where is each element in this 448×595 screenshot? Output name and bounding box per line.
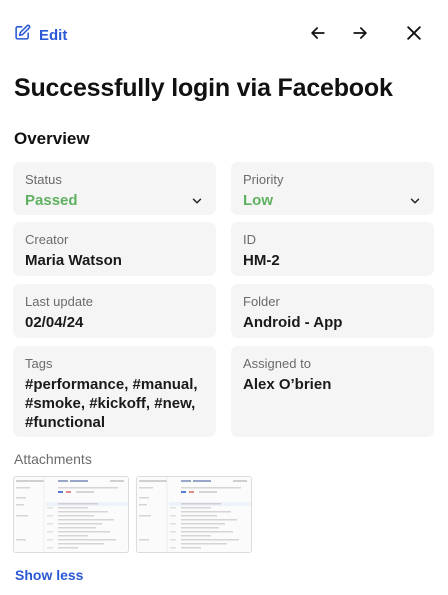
tags-value: #performance, #manual, #smoke, #kickoff,… (25, 376, 198, 431)
status-field[interactable]: Status Passed (13, 162, 216, 215)
arrow-left-icon (308, 23, 328, 48)
assigned-to-value: Alex O’brien (243, 376, 332, 393)
assigned-to-label: Assigned to (243, 356, 311, 371)
top-toolbar: Edit (0, 0, 448, 68)
chevron-down-icon[interactable] (190, 194, 204, 208)
tags-field: Tags #performance, #manual, #smoke, #kic… (13, 346, 216, 437)
screenshot-thumbnail-image (137, 477, 251, 552)
pencil-square-icon (14, 24, 31, 46)
priority-value: Low (243, 192, 273, 209)
show-less-link[interactable]: Show less (15, 567, 83, 583)
screenshot-thumbnail-image (14, 477, 128, 552)
last-update-label: Last update (25, 294, 93, 309)
arrow-right-icon (350, 23, 370, 48)
last-update-field: Last update 02/04/24 (13, 284, 216, 338)
chevron-down-icon[interactable] (408, 194, 422, 208)
creator-field: Creator Maria Watson (13, 222, 216, 276)
id-field: ID HM-2 (231, 222, 434, 276)
tags-label: Tags (25, 356, 53, 371)
next-button[interactable] (347, 22, 373, 48)
attachments-heading: Attachments (14, 451, 92, 467)
attachment-thumbnail[interactable] (13, 476, 129, 553)
folder-label: Folder (243, 294, 280, 309)
folder-field: Folder Android - App (231, 284, 434, 338)
id-label: ID (243, 232, 256, 247)
creator-label: Creator (25, 232, 69, 247)
status-value: Passed (25, 192, 78, 209)
previous-button[interactable] (305, 22, 331, 48)
close-button[interactable] (401, 22, 427, 48)
priority-label: Priority (243, 172, 284, 187)
edit-button[interactable]: Edit (14, 24, 67, 46)
close-icon (404, 23, 424, 48)
page-title: Successfully login via Facebook (14, 74, 393, 102)
last-update-value: 02/04/24 (25, 314, 84, 331)
id-value: HM-2 (243, 252, 280, 269)
status-label: Status (25, 172, 62, 187)
overview-heading: Overview (14, 129, 90, 148)
assigned-to-field: Assigned to Alex O’brien (231, 346, 434, 437)
edit-label: Edit (39, 26, 68, 44)
priority-field[interactable]: Priority Low (231, 162, 434, 215)
attachment-thumbnail[interactable] (136, 476, 252, 553)
creator-value: Maria Watson (25, 252, 122, 269)
folder-value: Android - App (243, 314, 343, 331)
